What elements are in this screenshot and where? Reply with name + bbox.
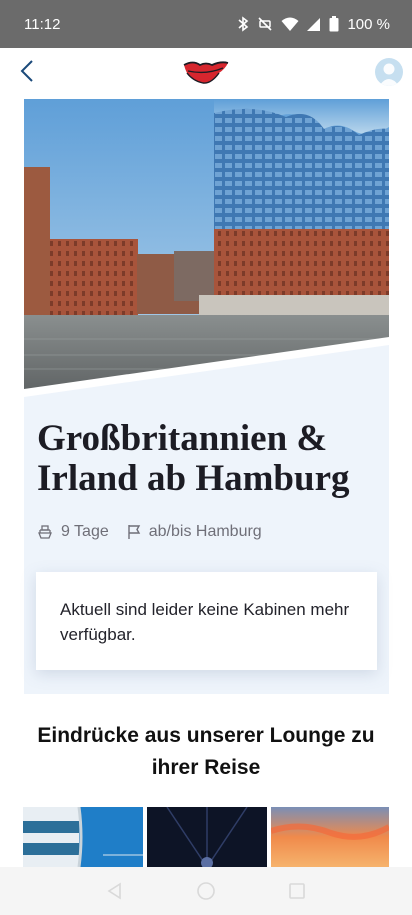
signal-icon bbox=[307, 17, 321, 32]
back-nav-icon[interactable] bbox=[103, 879, 127, 903]
battery-icon bbox=[329, 16, 339, 32]
app-bar bbox=[0, 48, 412, 98]
aida-lips-logo[interactable] bbox=[181, 59, 231, 87]
mute-icon bbox=[257, 16, 273, 32]
bluetooth-icon bbox=[237, 16, 249, 32]
building-photo[interactable] bbox=[23, 807, 143, 867]
availability-notice-text: Aktuell sind leider keine Kabinen mehr v… bbox=[60, 600, 350, 644]
ship-icon bbox=[37, 524, 53, 540]
sunset-photo[interactable] bbox=[271, 807, 389, 867]
route-info: ab/bis Hamburg bbox=[127, 523, 262, 541]
status-time: 11:12 bbox=[24, 15, 61, 33]
availability-notice: Aktuell sind leider keine Kabinen mehr v… bbox=[36, 572, 377, 670]
trip-title: Großbritannien & Irland ab Hamburg bbox=[37, 418, 350, 499]
status-bar: 11:12 100 % bbox=[0, 0, 412, 48]
lounge-thumbnails bbox=[23, 807, 389, 867]
wifi-icon bbox=[281, 17, 299, 32]
lounge-heading: Eindrücke aus unserer Lounge zu ihrer Re… bbox=[37, 724, 375, 779]
back-button[interactable] bbox=[12, 58, 42, 88]
night-sky-photo[interactable] bbox=[147, 807, 267, 867]
chevron-left-icon bbox=[20, 59, 34, 88]
trip-meta: 9 Tage ab/bis Hamburg bbox=[37, 523, 280, 541]
hero-image-elbphilharmonie bbox=[24, 99, 389, 397]
user-avatar[interactable] bbox=[375, 58, 403, 86]
trip-card: Großbritannien & Irland ab Hamburg 9 Tag… bbox=[24, 99, 389, 694]
duration-text: 9 Tage bbox=[61, 523, 109, 540]
route-text: ab/bis Hamburg bbox=[148, 523, 262, 540]
home-nav-icon[interactable] bbox=[194, 879, 218, 903]
system-nav-bar bbox=[0, 867, 412, 915]
recents-nav-icon[interactable] bbox=[285, 879, 309, 903]
battery-percent: 100 % bbox=[347, 15, 390, 33]
status-icons: 100 % bbox=[237, 16, 390, 33]
flag-icon bbox=[127, 524, 141, 540]
duration-info: 9 Tage bbox=[37, 523, 109, 541]
